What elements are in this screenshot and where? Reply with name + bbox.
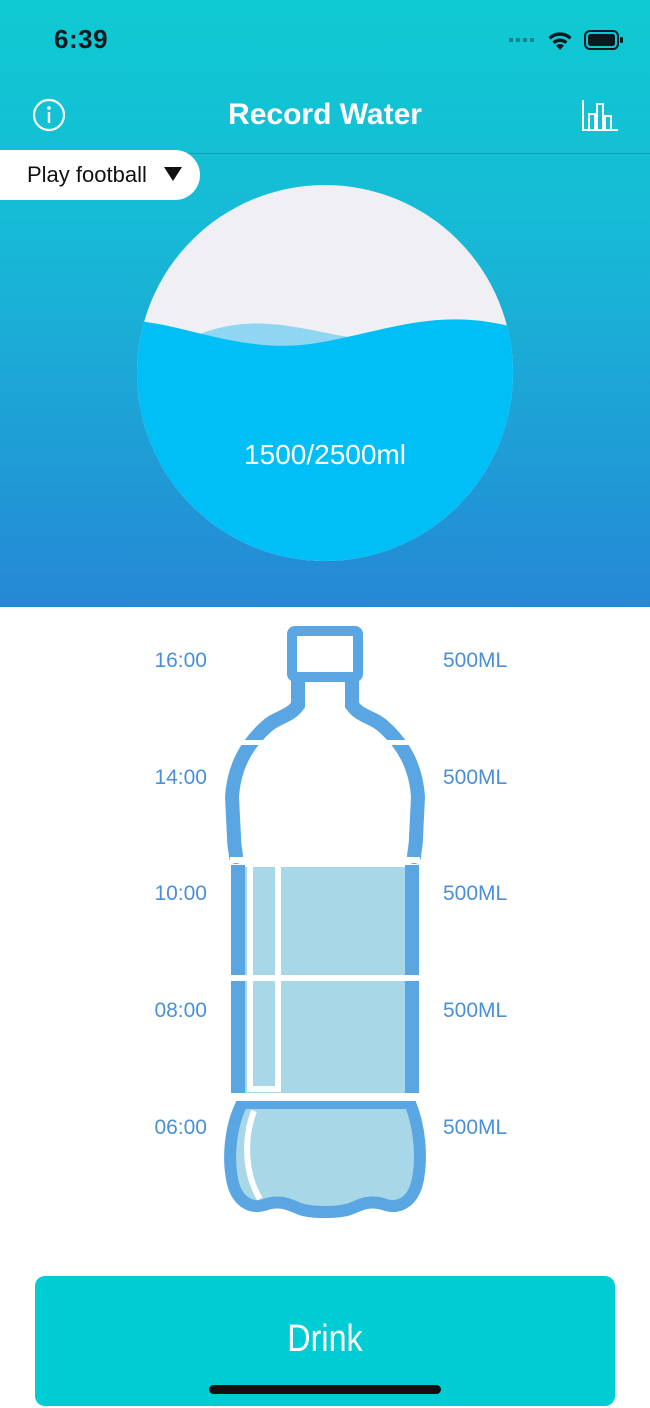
water-progress-circle: 1500/2500ml [137, 185, 513, 561]
battery-icon [584, 30, 623, 50]
page-title: Record Water [228, 98, 422, 131]
home-indicator[interactable] [209, 1385, 441, 1394]
status-bar: 6:39 [0, 0, 650, 80]
bottle-section: 16:00 500ML 14:00 500ML 10:00 500ML 08:0… [0, 607, 650, 1247]
status-icons [509, 26, 624, 54]
drink-button-label: Drink [287, 1318, 363, 1360]
cellular-signal-icon [509, 38, 534, 42]
segment-amount-label: 500ML [443, 766, 508, 789]
wifi-icon [548, 32, 572, 50]
segment-amount-label: 500ML [443, 999, 508, 1022]
caret-down-icon [164, 167, 182, 181]
water-amount-label: 1500/2500ml [244, 439, 406, 470]
segment-time-label: 06:00 [154, 1116, 207, 1139]
bar-chart-icon[interactable] [580, 96, 620, 134]
segment-amount-label: 500ML [443, 649, 508, 672]
water-wave [137, 319, 513, 561]
status-time: 6:39 [54, 24, 109, 54]
segment-time-label: 08:00 [154, 999, 207, 1022]
navigation-bar: Record Water [0, 80, 650, 154]
activity-dropdown[interactable]: Play football [0, 150, 200, 200]
segment-time-label: 16:00 [154, 649, 207, 672]
segment-time-label: 14:00 [154, 766, 207, 789]
water-bottle-graphic [224, 626, 426, 1218]
segment-time-label: 10:00 [154, 882, 207, 905]
header: 6:39 Record Water 1500/2500ml Play footb… [0, 0, 650, 607]
activity-selected-value: Play football [27, 162, 147, 187]
segment-amount-label: 500ML [443, 1116, 508, 1139]
segment-amount-label: 500ML [443, 882, 508, 905]
